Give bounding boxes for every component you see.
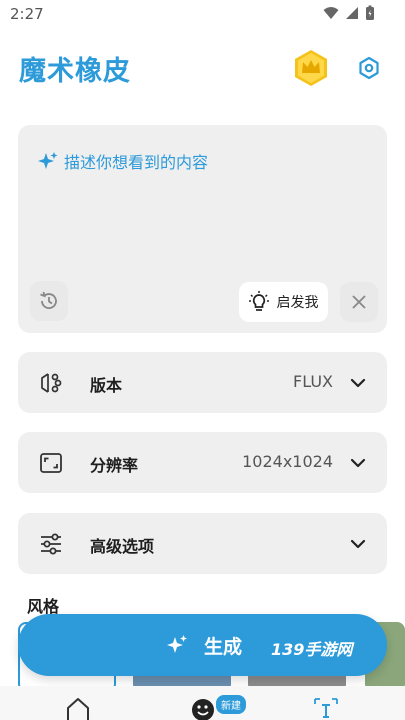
status-bar: 2:27 — [0, 0, 405, 30]
prompt-hint-text: 描述你想看到的内容 — [64, 153, 209, 172]
battery-icon — [366, 5, 374, 20]
bottom-nav: 新建 — [0, 686, 405, 720]
crown-icon — [295, 50, 327, 86]
history-icon — [40, 291, 57, 309]
sliders-icon — [41, 533, 61, 555]
aspect-ratio-icon — [40, 453, 62, 473]
model-version-icon — [41, 373, 62, 393]
settings-icon — [359, 56, 379, 80]
prompt-input-area[interactable]: 描述你想看到的内容 启发我 — [18, 125, 387, 333]
settings-button[interactable] — [357, 56, 381, 80]
home-icon[interactable] — [64, 696, 92, 720]
chevron-down-icon — [350, 378, 366, 388]
app-title: 魔术橡皮 — [19, 56, 131, 87]
status-icons — [323, 5, 375, 21]
wifi-icon — [323, 7, 339, 19]
advanced-options-label: 高级选项 — [90, 537, 155, 556]
text-tool-icon[interactable] — [312, 696, 340, 720]
sparkle-icon — [167, 635, 187, 653]
inspire-me-label: 启发我 — [276, 295, 319, 311]
prompt-placeholder: 描述你想看到的内容 — [38, 149, 208, 173]
version-value: FLUX — [293, 372, 333, 391]
close-icon — [352, 295, 366, 309]
advanced-options-selector[interactable]: 高级选项 — [18, 513, 387, 574]
generate-button[interactable]: 生成 139手游网 — [18, 614, 387, 676]
signal-icon — [346, 7, 358, 19]
create-icon[interactable] — [190, 696, 216, 720]
generate-label: 生成 — [204, 636, 243, 658]
premium-button[interactable] — [293, 49, 329, 87]
new-badge: 新建 — [216, 695, 246, 714]
chevron-down-icon — [350, 458, 366, 468]
status-time: 2:27 — [10, 5, 44, 23]
history-button[interactable] — [30, 281, 68, 321]
resolution-value: 1024x1024 — [242, 452, 333, 471]
chevron-down-icon — [350, 539, 366, 549]
sparkle-icon — [38, 152, 58, 169]
watermark: 139手游网 — [271, 640, 353, 659]
version-selector[interactable]: 版本 FLUX — [18, 352, 387, 413]
clear-prompt-button[interactable] — [340, 282, 378, 322]
inspire-me-button[interactable]: 启发我 — [239, 282, 328, 322]
lightbulb-icon — [248, 291, 269, 311]
version-label: 版本 — [90, 376, 123, 395]
resolution-selector[interactable]: 分辨率 1024x1024 — [18, 432, 387, 493]
resolution-label: 分辨率 — [90, 456, 139, 475]
